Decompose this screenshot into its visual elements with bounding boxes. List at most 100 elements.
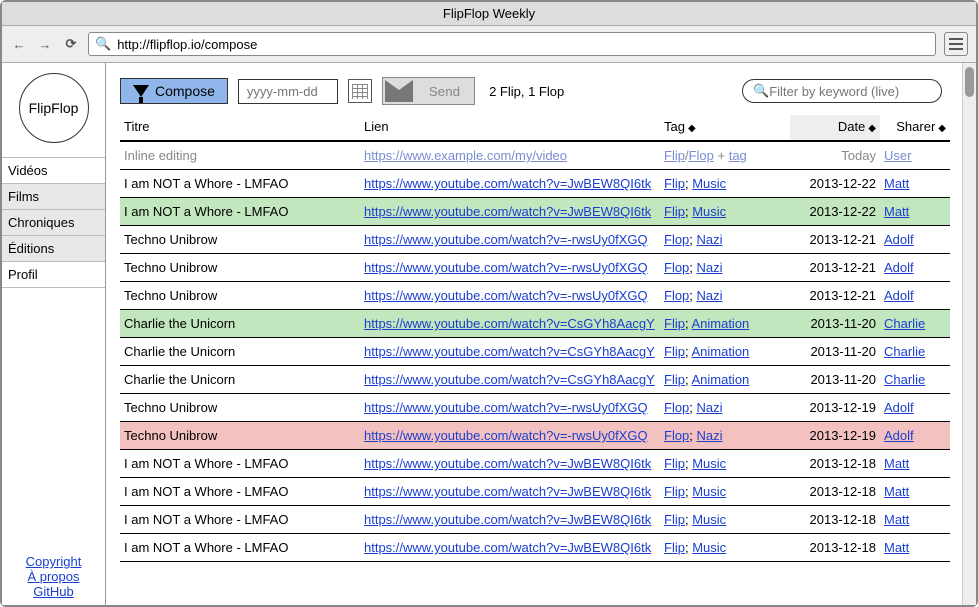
- hint-title[interactable]: Inline editing: [120, 141, 360, 170]
- back-button[interactable]: ←: [10, 35, 28, 53]
- date-input[interactable]: [238, 79, 338, 104]
- col-link[interactable]: Lien: [360, 115, 660, 141]
- cell-sharer[interactable]: Matt: [884, 456, 909, 471]
- tag-link[interactable]: Flip: [664, 540, 685, 555]
- cell-title[interactable]: Charlie the Unicorn: [120, 338, 360, 366]
- col-tag[interactable]: Tag◆: [660, 115, 790, 141]
- tag-link[interactable]: Music: [692, 176, 726, 191]
- tag-link[interactable]: Animation: [691, 344, 749, 359]
- scrollbar[interactable]: [962, 63, 976, 605]
- cell-title[interactable]: Techno Unibrow: [120, 282, 360, 310]
- filter-box[interactable]: 🔍: [742, 79, 942, 103]
- cell-sharer[interactable]: Matt: [884, 484, 909, 499]
- cell-sharer[interactable]: Charlie: [884, 316, 925, 331]
- cell-link[interactable]: https://www.youtube.com/watch?v=JwBEW8QI…: [364, 540, 651, 555]
- calendar-icon[interactable]: [348, 79, 372, 103]
- tag-link[interactable]: Music: [692, 540, 726, 555]
- forward-button[interactable]: →: [36, 35, 54, 53]
- cell-title[interactable]: Techno Unibrow: [120, 394, 360, 422]
- tag-link[interactable]: Flip: [664, 176, 685, 191]
- cell-link[interactable]: https://www.youtube.com/watch?v=JwBEW8QI…: [364, 456, 651, 471]
- sidebar-item-chroniques[interactable]: Chroniques: [2, 209, 105, 235]
- cell-sharer[interactable]: Matt: [884, 176, 909, 191]
- cell-title[interactable]: Charlie the Unicorn: [120, 310, 360, 338]
- cell-sharer[interactable]: Adolf: [884, 232, 914, 247]
- hint-sharer[interactable]: User: [884, 148, 911, 163]
- tag-link[interactable]: Nazi: [697, 288, 723, 303]
- cell-link[interactable]: https://www.youtube.com/watch?v=CsGYh8Aa…: [364, 372, 655, 387]
- tag-link[interactable]: Nazi: [697, 428, 723, 443]
- footer-link-à propos[interactable]: À propos: [2, 569, 105, 584]
- cell-title[interactable]: Charlie the Unicorn: [120, 366, 360, 394]
- cell-link[interactable]: https://www.youtube.com/watch?v=-rwsUy0f…: [364, 400, 648, 415]
- cell-link[interactable]: https://www.youtube.com/watch?v=JwBEW8QI…: [364, 176, 651, 191]
- cell-title[interactable]: I am NOT a Whore - LMFAO: [120, 534, 360, 562]
- col-date[interactable]: Date◆: [790, 115, 880, 141]
- cell-title[interactable]: I am NOT a Whore - LMFAO: [120, 478, 360, 506]
- menu-button[interactable]: [944, 32, 968, 56]
- tag-link[interactable]: Music: [692, 456, 726, 471]
- cell-link[interactable]: https://www.youtube.com/watch?v=JwBEW8QI…: [364, 512, 651, 527]
- scrollbar-thumb[interactable]: [965, 67, 974, 97]
- cell-title[interactable]: I am NOT a Whore - LMFAO: [120, 198, 360, 226]
- cell-title[interactable]: I am NOT a Whore - LMFAO: [120, 170, 360, 198]
- cell-title[interactable]: I am NOT a Whore - LMFAO: [120, 450, 360, 478]
- col-title[interactable]: Titre: [120, 115, 360, 141]
- sidebar-item-profil[interactable]: Profil: [2, 261, 105, 288]
- cell-link[interactable]: https://www.youtube.com/watch?v=JwBEW8QI…: [364, 484, 651, 499]
- tag-link[interactable]: Flip: [664, 204, 685, 219]
- tag-link[interactable]: Animation: [691, 316, 749, 331]
- tag-link[interactable]: Flip: [664, 484, 685, 499]
- tag-link[interactable]: Flop: [664, 232, 689, 247]
- footer-link-github[interactable]: GitHub: [2, 584, 105, 599]
- cell-title[interactable]: I am NOT a Whore - LMFAO: [120, 506, 360, 534]
- filter-input[interactable]: [769, 84, 945, 99]
- cell-sharer[interactable]: Adolf: [884, 400, 914, 415]
- cell-sharer[interactable]: Matt: [884, 540, 909, 555]
- cell-sharer[interactable]: Adolf: [884, 288, 914, 303]
- hint-link[interactable]: https://www.example.com/my/video: [364, 148, 567, 163]
- tag-link[interactable]: Flop: [664, 288, 689, 303]
- tag-link[interactable]: Music: [692, 204, 726, 219]
- cell-link[interactable]: https://www.youtube.com/watch?v=CsGYh8Aa…: [364, 316, 655, 331]
- col-sharer[interactable]: Sharer◆: [880, 115, 950, 141]
- tag-link[interactable]: Nazi: [697, 232, 723, 247]
- cell-link[interactable]: https://www.youtube.com/watch?v=CsGYh8Aa…: [364, 344, 655, 359]
- sidebar-item-vidéos[interactable]: Vidéos: [2, 157, 105, 183]
- reload-button[interactable]: ⟳: [62, 35, 80, 53]
- tag-link[interactable]: Flip: [664, 344, 685, 359]
- tag-link[interactable]: Music: [692, 484, 726, 499]
- cell-link[interactable]: https://www.youtube.com/watch?v=JwBEW8QI…: [364, 204, 651, 219]
- tag-link[interactable]: Flip: [664, 372, 685, 387]
- cell-title[interactable]: Techno Unibrow: [120, 254, 360, 282]
- cell-title[interactable]: Techno Unibrow: [120, 226, 360, 254]
- tag-link[interactable]: Flip: [664, 316, 685, 331]
- compose-button[interactable]: Compose: [120, 78, 228, 104]
- tag-link[interactable]: Flop: [664, 260, 689, 275]
- cell-sharer[interactable]: Matt: [884, 512, 909, 527]
- hint-tags[interactable]: Flip/Flop + tag: [660, 141, 790, 170]
- tag-link[interactable]: Nazi: [697, 260, 723, 275]
- tag-link[interactable]: Animation: [691, 372, 749, 387]
- sidebar-item-éditions[interactable]: Éditions: [2, 235, 105, 261]
- cell-link[interactable]: https://www.youtube.com/watch?v=-rwsUy0f…: [364, 428, 648, 443]
- cell-sharer[interactable]: Adolf: [884, 428, 914, 443]
- cell-sharer[interactable]: Matt: [884, 204, 909, 219]
- tag-link[interactable]: Flip: [664, 456, 685, 471]
- cell-link[interactable]: https://www.youtube.com/watch?v=-rwsUy0f…: [364, 232, 648, 247]
- tag-link[interactable]: Flip: [664, 512, 685, 527]
- tag-link[interactable]: Flop: [664, 400, 689, 415]
- url-bar[interactable]: 🔍 http://flipflop.io/compose: [88, 32, 936, 56]
- send-button[interactable]: Send: [382, 77, 475, 105]
- cell-link[interactable]: https://www.youtube.com/watch?v=-rwsUy0f…: [364, 260, 648, 275]
- cell-title[interactable]: Techno Unibrow: [120, 422, 360, 450]
- cell-sharer[interactable]: Adolf: [884, 260, 914, 275]
- tag-link[interactable]: Flop: [664, 428, 689, 443]
- cell-sharer[interactable]: Charlie: [884, 344, 925, 359]
- cell-link[interactable]: https://www.youtube.com/watch?v=-rwsUy0f…: [364, 288, 648, 303]
- tag-link[interactable]: Nazi: [697, 400, 723, 415]
- cell-sharer[interactable]: Charlie: [884, 372, 925, 387]
- sidebar-item-films[interactable]: Films: [2, 183, 105, 209]
- footer-link-copyright[interactable]: Copyright: [2, 554, 105, 569]
- tag-link[interactable]: Music: [692, 512, 726, 527]
